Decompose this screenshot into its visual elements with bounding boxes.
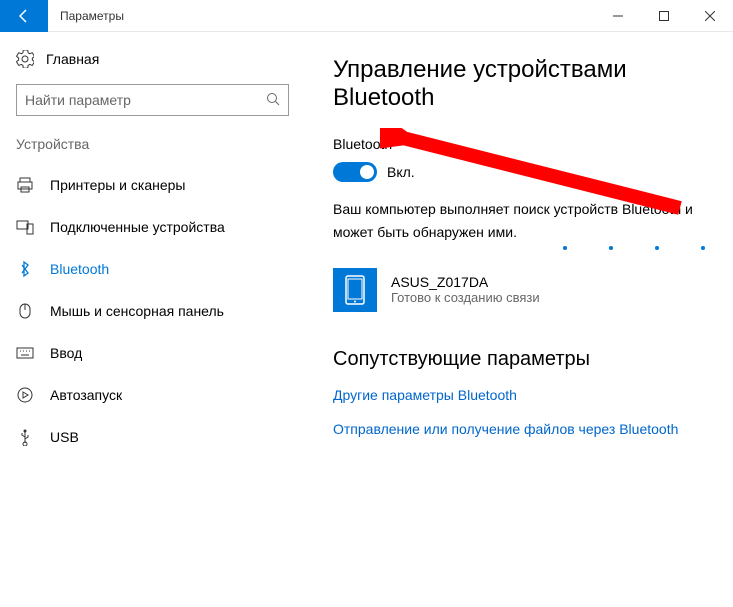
bluetooth-icon (16, 260, 34, 278)
nav-label: Принтеры и сканеры (50, 177, 185, 193)
device-item[interactable]: ASUS_Z017DA Готово к созданию связи (333, 268, 713, 312)
nav-bluetooth[interactable]: Bluetooth (0, 248, 305, 290)
search-placeholder: Найти параметр (25, 92, 131, 108)
nav-label: Мышь и сенсорная панель (50, 303, 224, 319)
maximize-button[interactable] (641, 0, 687, 32)
bluetooth-label: Bluetooth (333, 136, 713, 152)
nav-label: Ввод (50, 345, 82, 361)
close-button[interactable] (687, 0, 733, 32)
home-label: Главная (46, 51, 99, 67)
link-more-bluetooth[interactable]: Другие параметры Bluetooth (333, 387, 713, 403)
mouse-icon (16, 302, 34, 320)
autoplay-icon (16, 386, 34, 404)
link-send-receive-files[interactable]: Отправление или получение файлов через B… (333, 421, 713, 437)
usb-icon (16, 428, 34, 446)
nav-connected-devices[interactable]: Подключенные устройства (0, 206, 305, 248)
section-label: Устройства (0, 136, 305, 164)
nav-usb[interactable]: USB (0, 416, 305, 458)
nav-label: USB (50, 429, 79, 445)
keyboard-icon (16, 344, 34, 362)
page-title: Управление устройствами Bluetooth (333, 56, 713, 112)
devices-icon (16, 218, 34, 236)
search-icon (266, 92, 280, 109)
nav-mouse[interactable]: Мышь и сенсорная панель (0, 290, 305, 332)
titlebar: Параметры (0, 0, 733, 32)
printer-icon (16, 176, 34, 194)
nav-typing[interactable]: Ввод (0, 332, 305, 374)
search-input[interactable]: Найти параметр (16, 84, 289, 116)
nav-printers[interactable]: Принтеры и сканеры (0, 164, 305, 206)
bluetooth-toggle[interactable] (333, 162, 377, 182)
nav-autoplay[interactable]: Автозапуск (0, 374, 305, 416)
back-button[interactable] (0, 0, 48, 32)
nav-label: Подключенные устройства (50, 219, 225, 235)
gear-icon (16, 50, 34, 68)
phone-icon (333, 268, 377, 312)
searching-indicator (333, 246, 713, 250)
window-controls (595, 0, 733, 32)
toggle-state: Вкл. (387, 164, 415, 180)
window-title: Параметры (48, 9, 595, 23)
main-content: Управление устройствами Bluetooth Blueto… (305, 32, 733, 607)
arrow-left-icon (16, 8, 32, 24)
device-status: Готово к созданию связи (391, 290, 540, 305)
bluetooth-description-line1: Ваш компьютер выполняет поиск устройств … (333, 200, 713, 219)
minimize-button[interactable] (595, 0, 641, 32)
related-title: Сопутствующие параметры (333, 348, 713, 371)
bluetooth-description-line2: может быть обнаружен ими. (333, 223, 713, 242)
nav-label: Bluetooth (50, 261, 109, 277)
home-button[interactable]: Главная (0, 50, 305, 84)
nav-label: Автозапуск (50, 387, 122, 403)
device-name: ASUS_Z017DA (391, 274, 540, 290)
sidebar: Главная Найти параметр Устройства Принте… (0, 32, 305, 607)
